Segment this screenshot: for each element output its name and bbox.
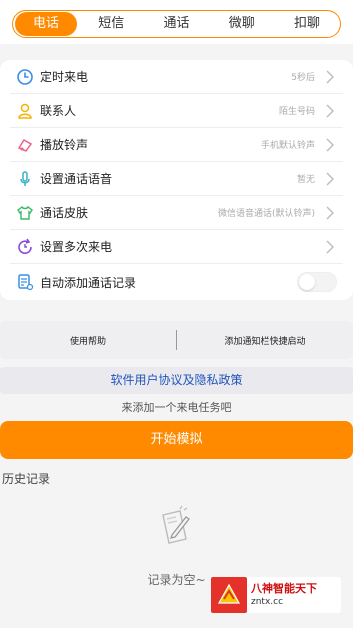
tab-qq[interactable]: 扣聊 [276, 12, 338, 36]
watermark-logo-icon [211, 577, 247, 613]
watermark-url: zntx.cc [251, 597, 284, 607]
ringtone-icon [14, 134, 36, 156]
setting-value: 手机默认铃声 [260, 141, 315, 151]
chevron-right-icon [326, 206, 334, 219]
setting-row-timer[interactable]: 定时来电 5秒后 [10, 60, 343, 94]
top-area: 电话 短信 通话 微聊 扣聊 [0, 0, 353, 44]
notification-shortcut-button[interactable]: 添加通知栏快捷启动 [177, 334, 353, 347]
setting-label: 设置多次来电 [40, 240, 113, 254]
setting-label: 设置通话语音 [40, 172, 113, 186]
setting-row-auto-record: 自动添加通话记录 [10, 264, 343, 300]
shirt-icon [14, 202, 36, 224]
setting-label: 联系人 [40, 104, 77, 118]
history-title: 历史记录 [2, 472, 51, 486]
setting-label: 自动添加通话记录 [40, 275, 137, 290]
toggle-knob [299, 274, 315, 290]
microphone-icon [14, 168, 36, 190]
contact-icon [14, 100, 36, 122]
policy-link[interactable]: 软件用户协议及隐私政策 [0, 367, 353, 394]
chevron-right-icon [326, 172, 334, 185]
tab-sms[interactable]: 短信 [80, 12, 142, 36]
setting-row-repeat[interactable]: 设置多次来电 [10, 230, 343, 264]
start-simulation-button[interactable]: 开始模拟 [0, 421, 353, 459]
repeat-call-icon [14, 236, 36, 258]
setting-value: 5秒后 [291, 73, 315, 83]
setting-row-voice[interactable]: 设置通话语音 暂无 [10, 162, 343, 196]
setting-row-ringtone[interactable]: 播放铃声 手机默认铃声 [10, 128, 343, 162]
setting-row-contact[interactable]: 联系人 陌生号码 [10, 94, 343, 128]
setting-row-skin[interactable]: 通话皮肤 微信语音通话(默认铃声) [10, 196, 343, 230]
chevron-right-icon [326, 240, 334, 253]
watermark: 八神智能天下 zntx.cc [211, 577, 341, 613]
tab-phone[interactable]: 电话 [15, 12, 77, 36]
empty-notepad-icon [158, 505, 194, 549]
chevron-right-icon [326, 138, 334, 151]
auto-record-toggle[interactable] [297, 272, 337, 292]
settings-card: 定时来电 5秒后 联系人 陌生号码 播放铃声 手机默认铃声 设置通话语音 暂无 … [0, 60, 353, 300]
setting-value: 暂无 [296, 175, 315, 185]
chevron-right-icon [326, 70, 334, 83]
clock-icon [14, 66, 36, 88]
tab-wechat[interactable]: 微聊 [211, 12, 273, 36]
help-button[interactable]: 使用帮助 [0, 334, 176, 347]
chevron-right-icon [326, 104, 334, 117]
record-icon [14, 271, 36, 293]
setting-label: 定时来电 [40, 70, 89, 84]
setting-label: 通话皮肤 [40, 206, 89, 220]
setting-label: 播放铃声 [40, 138, 89, 152]
tab-call[interactable]: 通话 [146, 12, 208, 36]
setting-value: 陌生号码 [278, 107, 315, 117]
setting-value: 微信语音通话(默认铃声) [217, 209, 315, 219]
task-hint: 来添加一个来电任务吧 [121, 401, 232, 414]
tab-bar: 电话 短信 通话 微聊 扣聊 [12, 10, 341, 38]
watermark-title: 八神智能天下 [251, 582, 317, 595]
help-bar: 使用帮助 添加通知栏快捷启动 [0, 321, 353, 359]
